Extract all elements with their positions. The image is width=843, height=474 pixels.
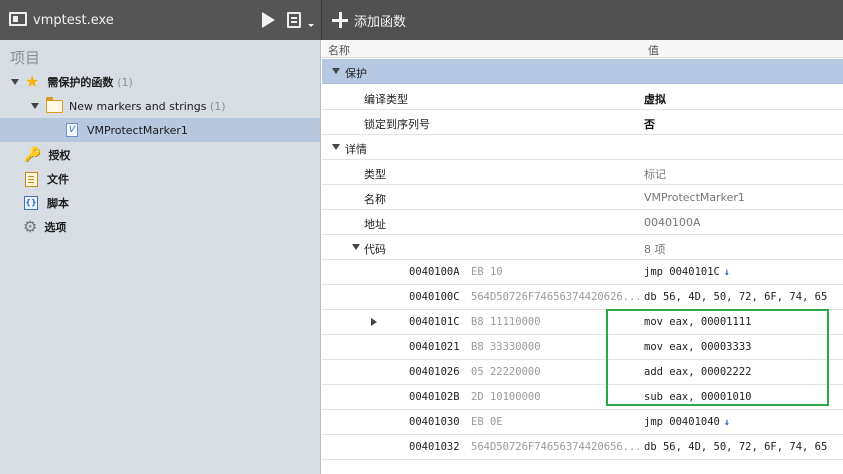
code-address: 00401026 — [409, 366, 460, 378]
property-name: 编译类型 — [364, 93, 408, 106]
property-row[interactable]: 地址 0040100A — [322, 210, 843, 235]
column-header-name[interactable]: 名称 — [328, 42, 350, 58]
tree-item-label: 需保护的函数 (1) — [47, 74, 132, 90]
group-row-protection[interactable]: 保护 — [322, 59, 843, 84]
run-icon[interactable] — [262, 12, 275, 28]
star-icon: ★ — [25, 72, 40, 91]
current-line-icon — [371, 318, 377, 326]
code-line[interactable]: 0040100C 564D50726F74656374420626... db … — [322, 285, 843, 310]
code-address: 00401021 — [409, 341, 460, 353]
project-sidebar: 项目 ★ 需保护的函数 (1) New markers and strings … — [0, 40, 321, 474]
sidebar-item-label: 授权 — [48, 149, 71, 162]
sidebar-item-options[interactable]: ⚙ 选项 — [0, 215, 320, 239]
property-row[interactable]: 锁定到序列号 否 — [322, 110, 843, 135]
tree-item-label: New markers and strings (1) — [69, 100, 226, 113]
add-function-button[interactable]: 添加函数 — [332, 10, 406, 30]
sidebar-item-label: 脚本 — [47, 197, 69, 210]
code-line[interactable]: 00401030 EB 0E jmp 00401040 ↓ — [322, 410, 843, 435]
property-value: 0040100A — [644, 216, 701, 229]
property-value: 8 项 — [644, 243, 666, 256]
tree-item-protected-functions[interactable]: ★ 需保护的函数 (1) — [0, 70, 320, 94]
column-header-value[interactable]: 值 — [648, 42, 659, 58]
property-value: 标记 — [644, 168, 666, 181]
app-title: vmptest.exe — [33, 13, 114, 28]
sidebar-item-label: 选项 — [44, 221, 67, 234]
plus-icon — [332, 12, 348, 28]
jump-arrow-icon[interactable]: ↓ — [724, 267, 730, 278]
marker-icon: V — [66, 123, 78, 137]
code-address: 00401032 — [409, 441, 460, 453]
compile-dropdown-icon[interactable] — [308, 24, 314, 27]
protected-functions-label: 需保护的函数 — [47, 76, 114, 89]
tree-item-folder[interactable]: New markers and strings (1) — [0, 94, 320, 118]
property-value[interactable]: 否 — [644, 116, 843, 132]
code-address: 00401030 — [409, 416, 460, 428]
folder-icon — [46, 96, 63, 113]
code-instruction: jmp 0040101C ↓ — [644, 266, 843, 278]
collapse-toggle-icon[interactable] — [332, 144, 340, 150]
property-row[interactable]: 名称 VMProtectMarker1 — [322, 185, 843, 210]
code-line[interactable]: 00401032 564D50726F74656374420656... db … — [322, 435, 843, 460]
grid-header: 名称 值 — [322, 40, 843, 58]
group-label: 详情 — [345, 143, 367, 156]
code-instruction: db 56, 4D, 50, 72, 6F, 74, 65 — [644, 291, 828, 303]
sidebar-header: 项目 — [10, 49, 41, 67]
highlight-annotation-box — [606, 309, 829, 406]
folder-count: (1) — [209, 99, 226, 113]
key-icon: 🔑 — [24, 147, 42, 163]
code-bytes: 564D50726F74656374420656... — [471, 441, 639, 453]
gear-icon: ⚙ — [23, 217, 38, 236]
folder-label: New markers and strings — [69, 99, 207, 113]
code-address: 0040101C — [409, 316, 460, 328]
code-bytes: 564D50726F74656374420626... — [471, 291, 639, 303]
jump-arrow-icon[interactable]: ↓ — [724, 417, 730, 428]
tree-item-marker[interactable]: V VMProtectMarker1 — [0, 118, 320, 142]
collapse-toggle-icon[interactable] — [332, 68, 340, 74]
code-address: 0040100A — [409, 266, 460, 278]
property-value[interactable]: 虚拟 — [644, 91, 843, 107]
code-instruction: jmp 00401040 ↓ — [644, 416, 843, 428]
sidebar-item-script[interactable]: {} 脚本 — [0, 191, 320, 215]
sidebar-item-licenses[interactable]: 🔑 授权 — [0, 143, 320, 167]
group-label: 保护 — [345, 67, 367, 80]
instruction-text: jmp 0040101C — [644, 266, 720, 278]
add-function-label: 添加函数 — [354, 14, 407, 30]
properties-grid: 名称 值 保护 编译类型 虚拟 锁定到序列号 否 详情 类型 标记 名称 VMP… — [322, 40, 843, 474]
code-bytes: EB 10 — [471, 266, 503, 278]
code-address: 0040102B — [409, 391, 460, 403]
compile-icon[interactable] — [287, 12, 301, 28]
property-name: 名称 — [364, 193, 386, 206]
group-row-details[interactable]: 详情 — [322, 135, 843, 160]
script-icon: {} — [24, 196, 38, 210]
property-name: 类型 — [364, 168, 386, 181]
code-instruction: db 56, 4D, 50, 72, 6F, 74, 65 — [644, 441, 828, 453]
code-line[interactable]: 0040100A EB 10 jmp 0040101C ↓ — [322, 260, 843, 285]
code-bytes: EB 0E — [471, 416, 503, 428]
protected-functions-count: (1) — [117, 76, 133, 89]
app-window-icon — [9, 12, 27, 26]
property-row[interactable]: 编译类型 虚拟 — [322, 85, 843, 110]
code-address: 0040100C — [409, 291, 460, 303]
expand-toggle-icon[interactable] — [11, 79, 19, 85]
instruction-text: jmp 00401040 — [644, 416, 720, 428]
group-row-code[interactable]: 代码 8 项 — [322, 235, 843, 260]
property-value: VMProtectMarker1 — [644, 191, 745, 204]
property-name: 代码 — [364, 243, 386, 256]
property-row[interactable]: 类型 标记 — [322, 160, 843, 185]
collapse-toggle-icon[interactable] — [352, 244, 360, 250]
expand-toggle-icon[interactable] — [31, 103, 39, 109]
marker-label: VMProtectMarker1 — [87, 123, 188, 137]
sidebar-item-files[interactable]: 文件 — [0, 167, 320, 191]
property-name: 地址 — [364, 218, 386, 231]
sidebar-item-label: 文件 — [47, 173, 69, 186]
project-titlebar: vmptest.exe — [0, 0, 321, 40]
file-icon — [25, 171, 38, 187]
main-toolbar: 添加函数 — [321, 0, 843, 40]
property-name: 锁定到序列号 — [364, 118, 430, 131]
